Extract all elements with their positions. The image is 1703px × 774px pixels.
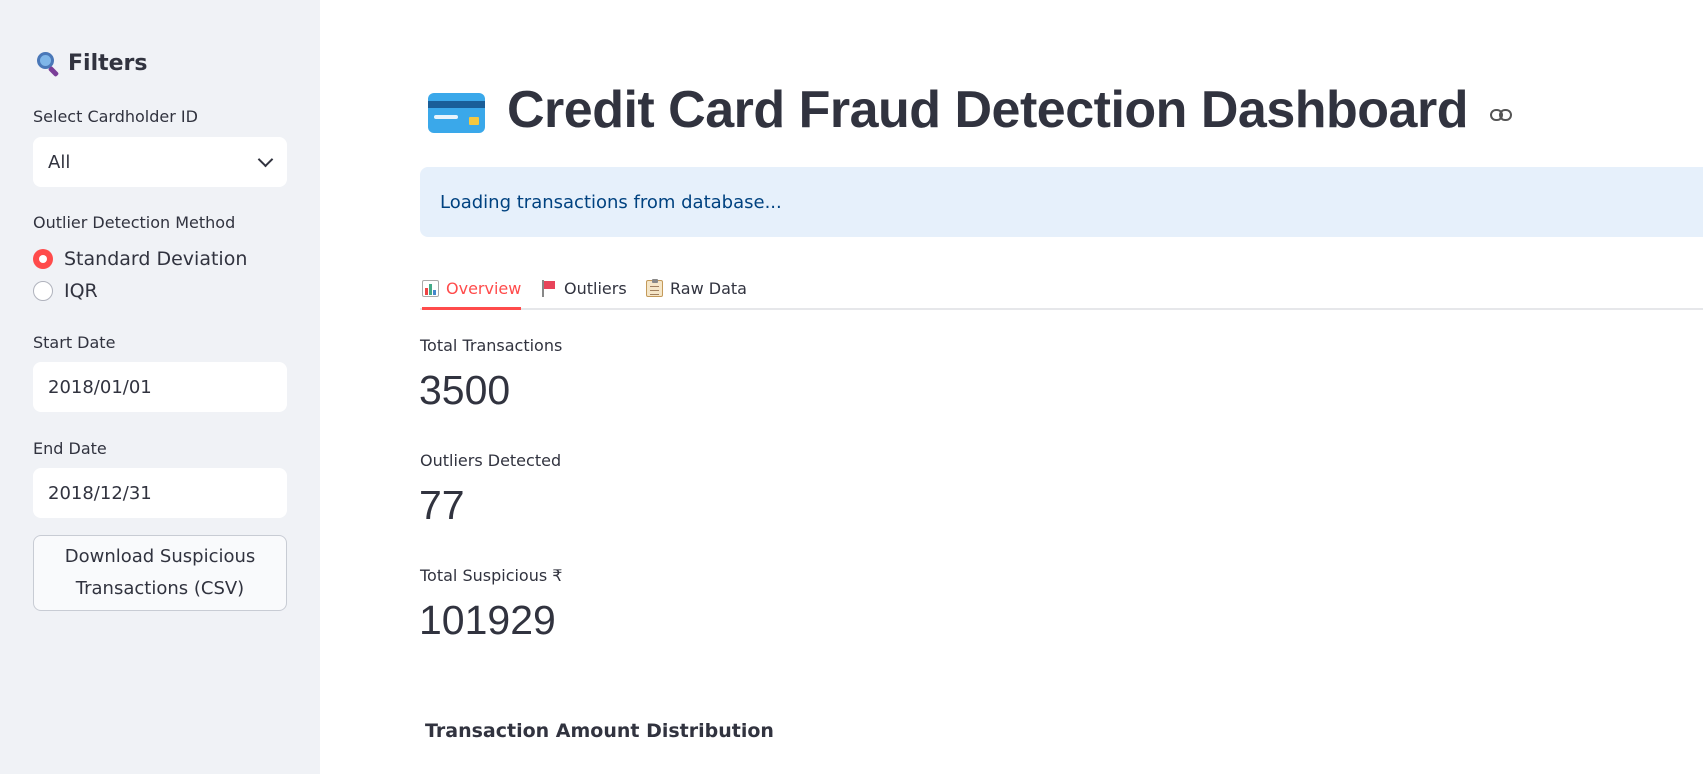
cardholder-select[interactable]: All bbox=[33, 137, 287, 187]
clipboard-icon bbox=[646, 278, 663, 297]
bar-chart-icon bbox=[422, 280, 439, 297]
start-date-input[interactable]: 2018/01/01 bbox=[33, 362, 287, 412]
sidebar-title: Filters bbox=[34, 50, 148, 78]
radio-unselected-icon[interactable] bbox=[33, 281, 53, 301]
radio-standard-deviation-label: Standard Deviation bbox=[64, 248, 248, 270]
cardholder-label: Select Cardholder ID bbox=[33, 107, 198, 126]
tab-overview-label: Overview bbox=[446, 279, 522, 298]
metric-total-suspicious-label: Total Suspicious ₹ bbox=[420, 566, 563, 585]
section-heading: Transaction Amount Distribution bbox=[425, 720, 774, 742]
sidebar: Filters Select Cardholder ID All Outlier… bbox=[0, 0, 320, 774]
tab-outliers[interactable]: Outliers bbox=[540, 270, 627, 306]
cardholder-select-value: All bbox=[48, 151, 71, 173]
magnifying-glass-icon bbox=[34, 50, 60, 78]
tab-raw-data-label: Raw Data bbox=[670, 278, 747, 298]
flag-icon bbox=[540, 279, 557, 297]
credit-card-icon bbox=[428, 93, 485, 133]
info-alert: Loading transactions from database... bbox=[420, 167, 1703, 237]
link-icon[interactable] bbox=[1489, 109, 1512, 123]
radio-standard-deviation[interactable]: Standard Deviation bbox=[33, 248, 247, 270]
method-label: Outlier Detection Method bbox=[33, 213, 236, 232]
end-date-input[interactable]: 2018/12/31 bbox=[33, 468, 287, 518]
page-title-text: Credit Card Fraud Detection Dashboard bbox=[507, 81, 1468, 139]
start-date-label: Start Date bbox=[33, 333, 116, 352]
metric-total-transactions-value: 3500 bbox=[419, 367, 511, 413]
start-date-value: 2018/01/01 bbox=[48, 376, 152, 398]
radio-selected-icon[interactable] bbox=[33, 249, 53, 269]
end-date-label: End Date bbox=[33, 439, 107, 458]
metric-total-transactions-label: Total Transactions bbox=[420, 336, 563, 355]
download-csv-button[interactable]: Download Suspicious Transactions (CSV) bbox=[33, 535, 287, 611]
end-date-value: 2018/12/31 bbox=[48, 482, 152, 504]
chevron-down-icon bbox=[257, 151, 274, 168]
download-button-label-line2: Transactions (CSV) bbox=[75, 578, 245, 599]
info-alert-text: Loading transactions from database... bbox=[440, 191, 782, 213]
metric-outliers-detected-label: Outliers Detected bbox=[420, 451, 562, 470]
radio-iqr[interactable]: IQR bbox=[33, 280, 98, 302]
tab-bar: Overview Outliers Raw Data bbox=[420, 268, 1703, 310]
sidebar-title-text: Filters bbox=[68, 50, 148, 76]
tab-outliers-label: Outliers bbox=[564, 278, 627, 298]
download-button-label-line1: Download Suspicious bbox=[64, 546, 256, 567]
tab-overview[interactable]: Overview bbox=[422, 270, 522, 310]
tab-raw-data[interactable]: Raw Data bbox=[646, 270, 747, 306]
page-title: Credit Card Fraud Detection Dashboard bbox=[428, 80, 1512, 140]
metric-total-suspicious-value: 101929 bbox=[419, 597, 556, 643]
radio-iqr-label: IQR bbox=[64, 280, 98, 302]
metric-outliers-detected-value: 77 bbox=[419, 482, 465, 528]
